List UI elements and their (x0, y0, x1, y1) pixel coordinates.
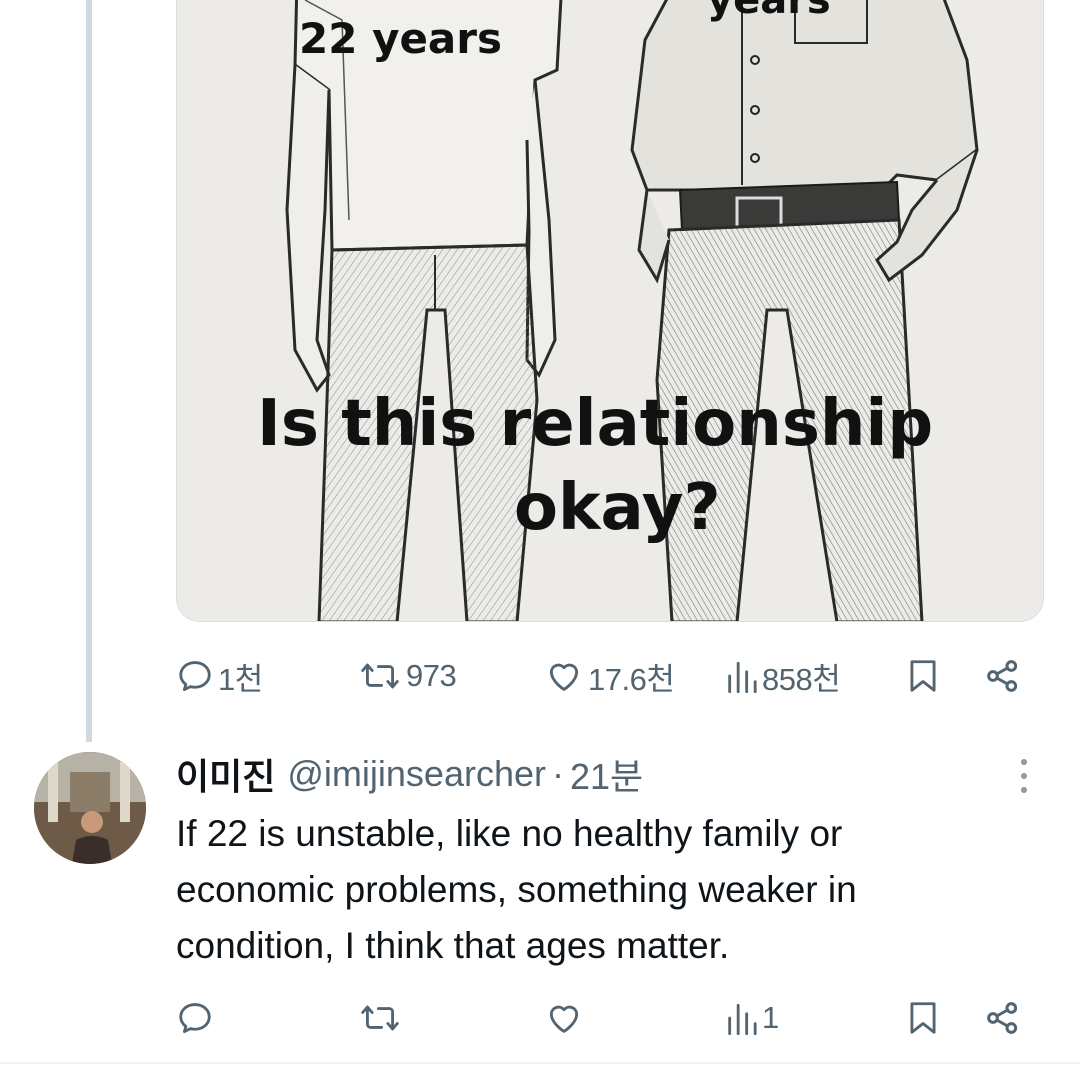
thread-connector-line (86, 0, 92, 742)
reply-separator: · (551, 753, 564, 794)
divider (0, 1062, 1080, 1064)
views-icon (728, 661, 757, 693)
reply-timestamp[interactable]: 21분 (570, 748, 643, 800)
reply-avatar[interactable] (34, 752, 146, 864)
image-label-right: years (707, 0, 831, 23)
image-caption-line2: okay? (514, 471, 721, 545)
image-label-left: 22 years (299, 14, 502, 63)
bookmark-button[interactable] (904, 652, 942, 700)
view-count: 858천 (762, 661, 841, 697)
share-icon (987, 1002, 1018, 1034)
more-options-button[interactable] (1016, 756, 1032, 796)
reply-text: If 22 is unstable, like no healthy famil… (176, 813, 857, 966)
reply-icon (179, 661, 211, 692)
reply-button[interactable]: 1천 (176, 652, 263, 700)
like-count: 17.6천 (588, 661, 675, 697)
share-icon (987, 660, 1018, 692)
share-button[interactable] (982, 652, 1024, 700)
more-icon (1021, 759, 1027, 793)
views-button[interactable]: 858천 (724, 652, 841, 700)
reply-count: 1천 (218, 661, 263, 697)
reply-icon (179, 1003, 211, 1034)
reply-action-bar: 1 (176, 994, 1036, 1042)
avatar-photo (34, 752, 146, 864)
like-button[interactable]: 17.6천 (544, 652, 675, 700)
image-caption-line1: Is this relationship (257, 387, 934, 461)
bookmark-icon (910, 660, 936, 692)
repost-button[interactable]: 973 (358, 652, 457, 700)
views-icon (728, 1003, 757, 1036)
like-icon (549, 1005, 579, 1033)
bookmark-icon (910, 1002, 936, 1034)
post-image[interactable]: 22 years years Is this relationship okay… (176, 0, 1044, 622)
reply-display-name[interactable]: 이미진 (176, 748, 275, 800)
reply-reply-button[interactable] (176, 994, 214, 1042)
post-action-bar: 1천 973 17.6천 858천 (176, 652, 1036, 700)
reply-views-button[interactable]: 1 (724, 994, 779, 1042)
repost-icon (361, 1005, 399, 1031)
reply-like-button[interactable] (544, 994, 584, 1042)
reply-share-button[interactable] (982, 994, 1024, 1042)
reply-header: 이미진 @imijinsearcher · 21분 (176, 752, 643, 797)
reply-bookmark-button[interactable] (904, 994, 942, 1042)
repost-icon (361, 663, 399, 689)
like-icon (549, 663, 579, 691)
reply-handle[interactable]: @imijinsearcher (287, 753, 546, 795)
reply-repost-button[interactable] (358, 994, 402, 1042)
reply-view-count: 1 (762, 1000, 779, 1035)
repost-count: 973 (406, 658, 457, 693)
